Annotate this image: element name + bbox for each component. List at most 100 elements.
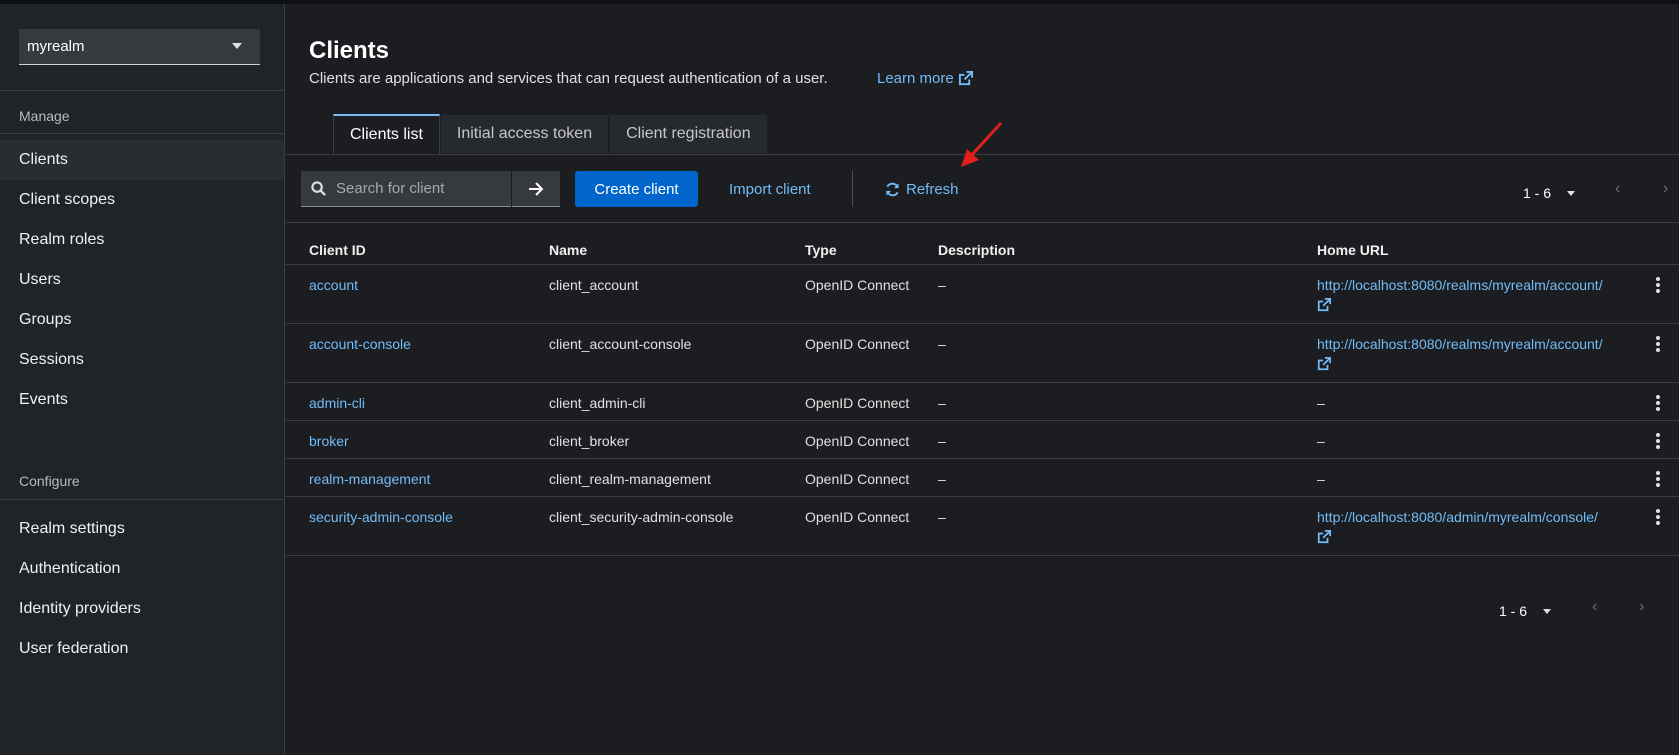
client-type: OpenID Connect xyxy=(805,395,910,411)
home-url-empty: – xyxy=(1317,471,1325,487)
sidebar: myrealm Manage Clients Client scopes Rea… xyxy=(0,4,285,755)
sidebar-item-events[interactable]: Events xyxy=(0,380,284,420)
sidebar-divider xyxy=(0,499,285,500)
sidebar-item-realm-settings[interactable]: Realm settings xyxy=(0,509,284,549)
create-client-button[interactable]: Create client xyxy=(575,171,698,207)
client-type: OpenID Connect xyxy=(805,277,910,293)
caret-down-icon xyxy=(232,43,242,49)
client-description: – xyxy=(938,433,946,449)
client-name: client_admin-cli xyxy=(549,395,646,411)
import-client-button[interactable]: Import client xyxy=(729,171,811,207)
client-description: – xyxy=(938,277,946,293)
table-header-divider xyxy=(286,264,1679,265)
caret-down-icon xyxy=(1567,190,1576,196)
angle-right-icon[interactable]: › xyxy=(1639,598,1644,616)
section-label-configure: Configure xyxy=(19,473,80,489)
client-name: client_realm-management xyxy=(549,471,711,487)
client-name: client_account-console xyxy=(549,336,692,352)
refresh-button[interactable]: Refresh xyxy=(885,171,959,207)
annotation-arrow-icon xyxy=(961,121,1003,167)
external-link-icon xyxy=(958,71,973,86)
toolbar-divider xyxy=(286,222,1679,223)
kebab-icon[interactable] xyxy=(1651,394,1665,412)
sidebar-item-users[interactable]: Users xyxy=(0,260,284,300)
client-type: OpenID Connect xyxy=(805,509,910,525)
kebab-icon[interactable] xyxy=(1651,432,1665,450)
pagination-range: 1 - 6 xyxy=(1499,603,1528,619)
sidebar-divider xyxy=(0,90,285,91)
client-id-link[interactable]: account-console xyxy=(309,336,411,352)
table-row-divider xyxy=(286,323,1679,324)
realm-selector[interactable]: myrealm xyxy=(19,29,260,65)
table-row-divider xyxy=(286,420,1679,421)
search-icon xyxy=(311,181,326,196)
sidebar-item-user-federation[interactable]: User federation xyxy=(0,629,284,669)
client-description: – xyxy=(938,395,946,411)
search-input[interactable] xyxy=(336,180,506,197)
angle-left-icon[interactable]: ‹ xyxy=(1615,180,1620,198)
page-description: Clients are applications and services th… xyxy=(309,70,828,87)
client-name: client_account xyxy=(549,277,639,293)
table-row-divider xyxy=(286,458,1679,459)
kebab-icon[interactable] xyxy=(1651,508,1665,526)
page-title: Clients xyxy=(309,37,390,64)
tab-client-registration[interactable]: Client registration xyxy=(609,114,768,154)
sidebar-item-identity-providers[interactable]: Identity providers xyxy=(0,589,284,629)
learn-more-link[interactable]: Learn more xyxy=(877,70,973,87)
client-id-link[interactable]: realm-management xyxy=(309,471,430,487)
section-label-manage: Manage xyxy=(19,108,70,124)
table-row-divider xyxy=(286,555,1679,556)
sidebar-item-client-scopes[interactable]: Client scopes xyxy=(0,180,284,220)
column-header-description[interactable]: Description xyxy=(938,242,1015,258)
client-id-link[interactable]: broker xyxy=(309,433,349,449)
pagination-bottom[interactable]: 1 - 6 xyxy=(1499,603,1552,619)
kebab-icon[interactable] xyxy=(1651,335,1665,353)
column-header-client-id[interactable]: Client ID xyxy=(309,242,366,258)
angle-right-icon[interactable]: › xyxy=(1663,180,1668,198)
external-link-icon[interactable] xyxy=(1317,298,1331,312)
home-url-empty: – xyxy=(1317,395,1325,411)
tab-initial-access-token[interactable]: Initial access token xyxy=(439,114,610,154)
client-name: client_broker xyxy=(549,433,630,449)
client-description: – xyxy=(938,336,946,352)
sidebar-item-realm-roles[interactable]: Realm roles xyxy=(0,220,284,260)
tab-clients-list[interactable]: Clients list xyxy=(333,114,440,154)
refresh-icon xyxy=(886,182,899,196)
home-url-link[interactable]: http://localhost:8080/realms/myrealm/acc… xyxy=(1317,336,1603,352)
column-header-type[interactable]: Type xyxy=(805,242,837,258)
caret-down-icon xyxy=(1543,608,1552,614)
tab-bar: Clients list Initial access token Client… xyxy=(333,114,768,154)
client-id-link[interactable]: admin-cli xyxy=(309,395,365,411)
column-header-name[interactable]: Name xyxy=(549,242,587,258)
table-row-divider xyxy=(286,382,1679,383)
home-url-link[interactable]: http://localhost:8080/admin/myrealm/cons… xyxy=(1317,509,1598,525)
client-type: OpenID Connect xyxy=(805,433,910,449)
client-id-link[interactable]: account xyxy=(309,277,358,293)
client-description: – xyxy=(938,471,946,487)
sidebar-item-sessions[interactable]: Sessions xyxy=(0,340,284,380)
pagination-range: 1 - 6 xyxy=(1523,185,1552,201)
learn-more-label: Learn more xyxy=(877,70,954,87)
pagination-top[interactable]: 1 - 6 xyxy=(1523,185,1576,201)
external-link-icon[interactable] xyxy=(1317,357,1331,371)
home-url-empty: – xyxy=(1317,433,1325,449)
kebab-icon[interactable] xyxy=(1651,470,1665,488)
main-content: Clients Clients are applications and ser… xyxy=(286,4,1679,755)
client-type: OpenID Connect xyxy=(805,471,910,487)
sidebar-item-authentication[interactable]: Authentication xyxy=(0,549,284,589)
search-submit-button[interactable] xyxy=(512,171,560,207)
external-link-icon[interactable] xyxy=(1317,530,1331,544)
angle-left-icon[interactable]: ‹ xyxy=(1592,598,1597,616)
toolbar-separator xyxy=(852,171,853,207)
client-id-link[interactable]: security-admin-console xyxy=(309,509,453,525)
client-type: OpenID Connect xyxy=(805,336,910,352)
sidebar-item-clients[interactable]: Clients xyxy=(0,140,284,180)
column-header-home-url[interactable]: Home URL xyxy=(1317,242,1389,258)
refresh-label: Refresh xyxy=(906,180,959,198)
home-url-link[interactable]: http://localhost:8080/realms/myrealm/acc… xyxy=(1317,277,1603,293)
search-box xyxy=(301,171,511,207)
kebab-icon[interactable] xyxy=(1651,276,1665,294)
sidebar-item-groups[interactable]: Groups xyxy=(0,300,284,340)
table-row-divider xyxy=(286,496,1679,497)
realm-selector-value: myrealm xyxy=(27,38,85,55)
